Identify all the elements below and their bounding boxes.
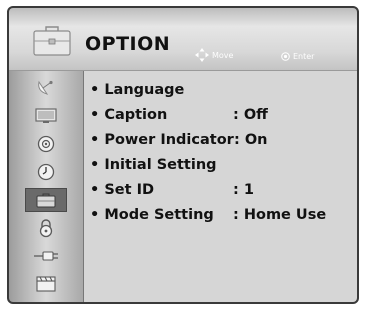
menu-item-label: • Initial Setting: [90, 157, 217, 173]
menu-item-value: : Home Use: [233, 207, 327, 223]
page-title: OPTION: [85, 33, 171, 55]
menu-item-power-indicator[interactable]: • Power Indicator : On: [90, 132, 268, 148]
briefcase-icon: [33, 26, 71, 56]
menu-item-mode-setting[interactable]: • Mode Setting : Home Use: [90, 207, 326, 223]
sidebar-item-lock[interactable]: [27, 217, 65, 239]
clapperboard-icon: [36, 276, 56, 292]
menu-item-set-id[interactable]: • Set ID : 1: [90, 182, 254, 198]
sidebar-item-input[interactable]: [27, 245, 65, 267]
move-hint: Move: [195, 48, 233, 62]
enter-hint-label: Enter: [293, 52, 315, 61]
option-menu-window: OPTION Move Enter • Language • Caption:…: [7, 6, 359, 304]
menu-item-label: • Mode Setting: [90, 207, 214, 223]
sidebar-item-setup[interactable]: [27, 77, 65, 99]
menu-item-language[interactable]: • Language: [90, 82, 184, 98]
lock-icon: [39, 219, 53, 238]
menu-item-label: • Power Indicator: [90, 132, 234, 148]
menu-item-label: • Caption: [90, 107, 168, 123]
satellite-dish-icon: [38, 80, 53, 95]
menu-item-label: • Language: [90, 82, 185, 98]
clock-icon: [37, 163, 55, 181]
menu-item-value: : 1: [233, 182, 254, 198]
briefcase-icon: [36, 193, 56, 208]
sidebar-item-audio[interactable]: [27, 133, 65, 155]
monitor-icon: [35, 108, 57, 123]
sidebar-item-picture[interactable]: [27, 105, 65, 127]
cable-plug-icon: [34, 251, 58, 261]
move-hint-label: Move: [212, 50, 234, 60]
menu-item-label: • Set ID: [90, 182, 155, 198]
menu-item-caption[interactable]: • Caption : Off: [90, 107, 268, 123]
option-list: • Language • Caption : Off • Power Indic…: [84, 71, 357, 302]
sidebar-item-media[interactable]: [27, 273, 65, 295]
menu-item-value: : On: [234, 132, 268, 148]
navigation-arrows-icon: [195, 48, 209, 62]
menu-header: OPTION Move Enter: [9, 8, 357, 71]
menu-item-value: : Off: [233, 107, 268, 123]
disc-icon: [37, 135, 55, 153]
enter-button-icon: [281, 52, 290, 61]
category-sidebar: [9, 71, 84, 302]
sidebar-item-time[interactable]: [27, 161, 65, 183]
menu-item-initial-setting[interactable]: • Initial Setting: [90, 157, 217, 173]
enter-hint: Enter: [281, 52, 314, 61]
sidebar-item-option[interactable]: [25, 188, 67, 212]
